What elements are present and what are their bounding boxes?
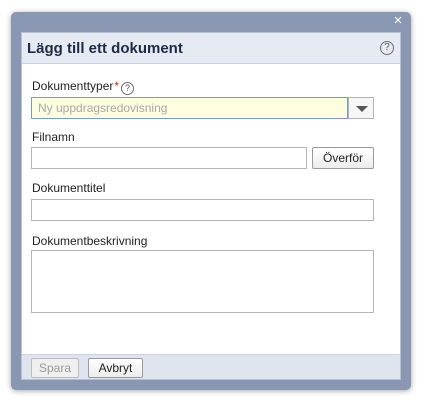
dialog-panel: Lägg till ett dokument ? Dokumenttyper*?…	[21, 32, 401, 380]
filename-label: Filnamn	[32, 130, 75, 144]
doc-types-label: Dokumenttyper*?	[32, 79, 135, 95]
close-icon[interactable]: ×	[391, 13, 405, 28]
dialog-header: Lägg till ett dokument ?	[22, 33, 400, 64]
save-button[interactable]: Spara	[31, 358, 79, 378]
required-mark: *	[114, 79, 120, 93]
doc-description-field[interactable]	[31, 250, 374, 313]
doc-types-label-text: Dokumenttyper	[32, 79, 114, 93]
upload-button[interactable]: Överför	[312, 147, 374, 169]
filename-field[interactable]	[31, 147, 307, 169]
dialog-title: Lägg till ett dokument	[27, 40, 183, 57]
help-icon[interactable]: ?	[380, 41, 394, 55]
doc-types-help-icon[interactable]: ?	[121, 82, 135, 95]
doc-title-field[interactable]	[31, 199, 374, 221]
doc-types-combo-input[interactable]	[31, 97, 348, 119]
chevron-down-icon	[356, 106, 368, 112]
doc-types-dropdown-button[interactable]	[348, 97, 374, 119]
cancel-button[interactable]: Avbryt	[88, 358, 143, 378]
doc-description-label: Dokumentbeskrivning	[32, 234, 148, 248]
dialog-footer: Spara Avbryt	[22, 354, 400, 379]
dialog-window: × Lägg till ett dokument ? Dokumenttyper…	[11, 12, 411, 390]
doc-title-label: Dokumenttitel	[32, 181, 106, 195]
